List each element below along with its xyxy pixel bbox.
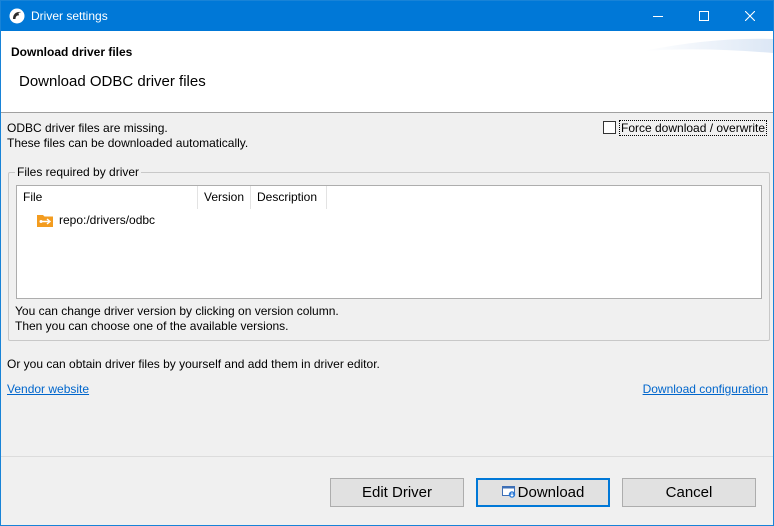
download-button[interactable]: Download [476, 478, 610, 507]
column-header-description[interactable]: Description [251, 186, 327, 209]
app-logo-icon [9, 8, 25, 24]
minimize-icon [653, 16, 663, 17]
wizard-header: Download driver files Download ODBC driv… [1, 31, 773, 113]
files-required-group: Files required by driver File Version De… [8, 165, 770, 341]
cancel-button[interactable]: Cancel [622, 478, 756, 507]
page-title: Download driver files [11, 45, 133, 59]
download-icon [501, 486, 515, 498]
file-path: repo:/drivers/odbc [59, 213, 156, 227]
close-button[interactable] [727, 1, 773, 31]
missing-files-message: ODBC driver files are missing. [7, 121, 168, 135]
manual-download-note: Or you can obtain driver files by yourse… [7, 357, 380, 371]
close-icon [745, 11, 755, 21]
minimize-button[interactable] [635, 1, 681, 31]
download-label: Download [517, 484, 585, 501]
checkbox-box[interactable] [603, 121, 616, 134]
column-header-file[interactable]: File [17, 186, 198, 209]
maximize-button[interactable] [681, 1, 727, 31]
group-title: Files required by driver [15, 165, 142, 179]
edit-driver-label: Edit Driver [361, 484, 432, 501]
download-configuration-link[interactable]: Download configuration [643, 382, 768, 396]
vendor-website-link[interactable]: Vendor website [7, 382, 89, 396]
driver-settings-window: Driver settings Download driver files Do… [0, 0, 774, 526]
page-subtitle: Download ODBC driver files [19, 73, 206, 90]
maximize-icon [699, 11, 709, 21]
version-hint-line2: Then you can choose one of the available… [15, 319, 289, 333]
auto-download-message: These files can be downloaded automatica… [7, 136, 249, 150]
divider [1, 456, 773, 457]
title-bar[interactable]: Driver settings [1, 1, 773, 31]
force-download-label[interactable]: Force download / overwrite [619, 120, 768, 136]
files-table[interactable]: File Version Description repo:/drivers/o… [16, 185, 762, 299]
header-banner-decoration [643, 38, 773, 53]
version-hint-line1: You can change driver version by clickin… [15, 304, 339, 318]
cancel-label: Cancel [665, 484, 713, 501]
folder-repo-icon [37, 215, 53, 227]
edit-driver-button[interactable]: Edit Driver [330, 478, 464, 507]
window-title: Driver settings [31, 9, 108, 23]
column-header-version[interactable]: Version [198, 186, 251, 209]
